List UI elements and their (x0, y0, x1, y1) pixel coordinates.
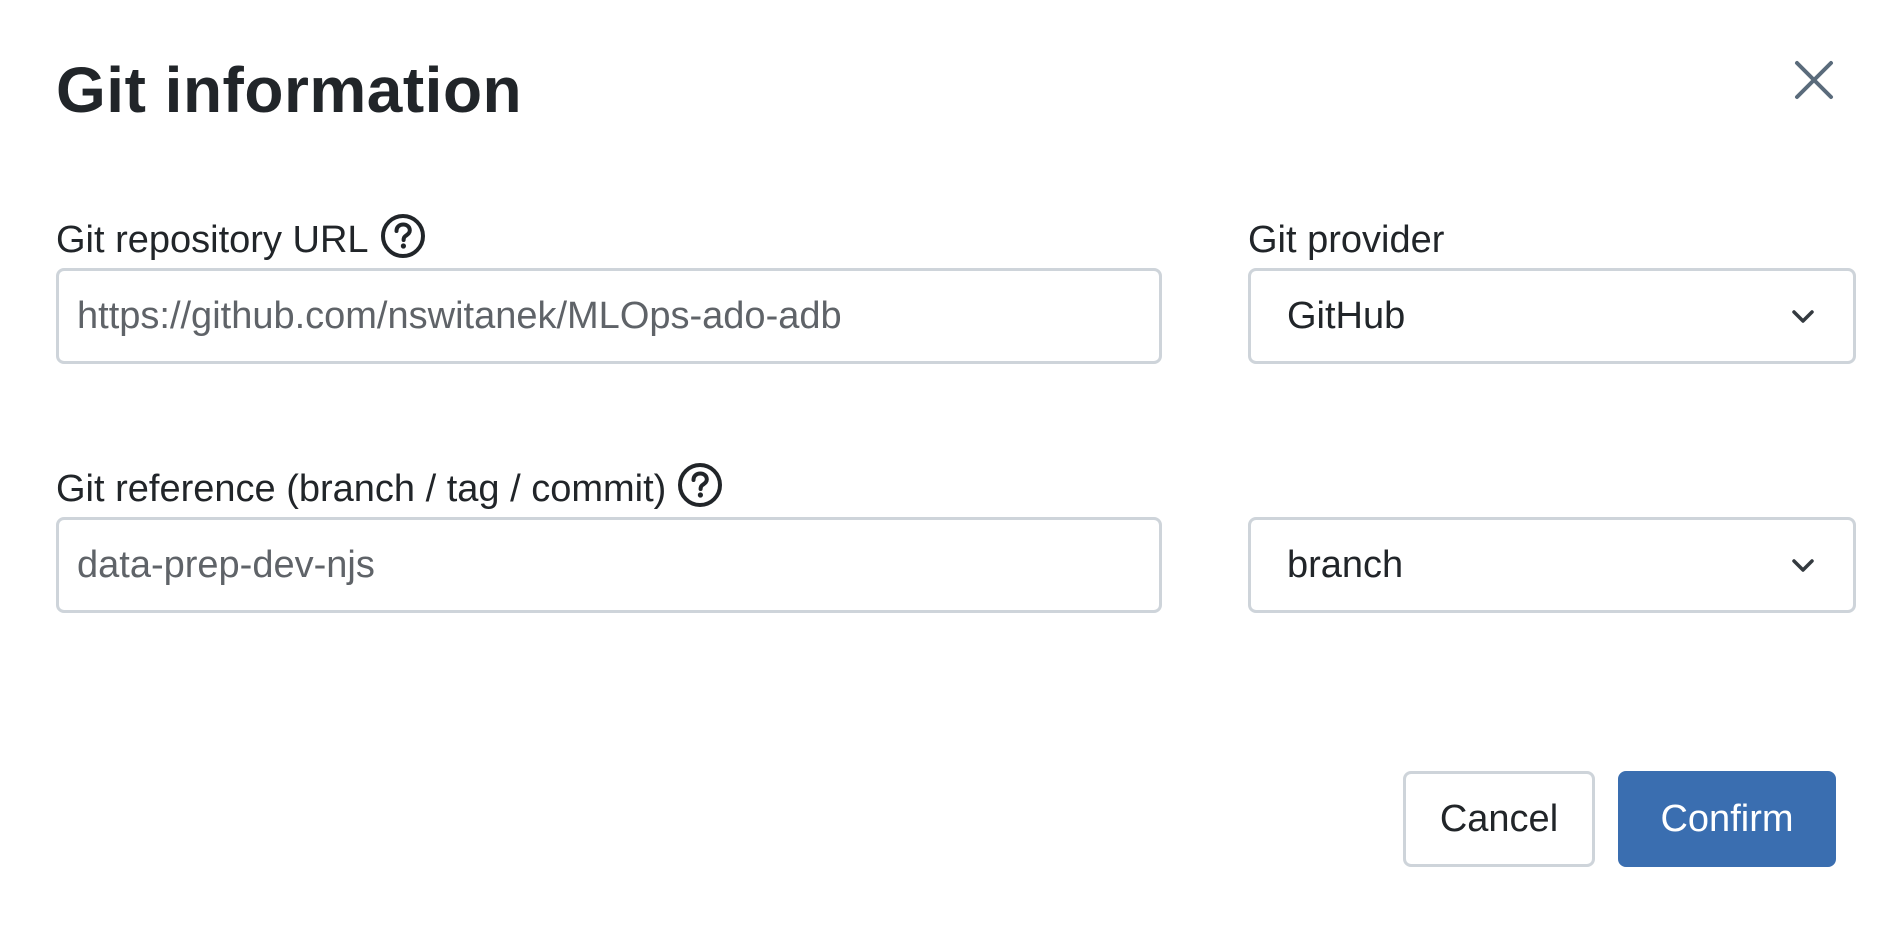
provider-selected-value: GitHub (1287, 294, 1406, 337)
reference-type-select[interactable]: branch (1248, 517, 1856, 613)
reference-type-selected-value: branch (1287, 543, 1404, 586)
chevron-down-icon (1789, 551, 1817, 579)
repo-url-label-group: Git repository URL (56, 214, 427, 264)
close-icon (1793, 59, 1835, 106)
question-circle-icon[interactable] (379, 212, 427, 260)
cancel-button-label: Cancel (1439, 797, 1559, 840)
reference-value: data-prep-dev-njs (77, 543, 375, 586)
git-information-dialog: Git information Git repository URL https… (0, 0, 1892, 931)
cancel-button[interactable]: Cancel (1403, 771, 1595, 867)
repo-url-input[interactable]: https://github.com/nswitanek/MLOps-ado-a… (56, 268, 1162, 364)
confirm-button[interactable]: Confirm (1618, 771, 1836, 867)
provider-select[interactable]: GitHub (1248, 268, 1856, 364)
repo-url-value: https://github.com/nswitanek/MLOps-ado-a… (77, 294, 842, 337)
confirm-button-label: Confirm (1660, 797, 1794, 840)
reference-label: Git reference (branch / tag / commit) (56, 468, 667, 510)
reference-input[interactable]: data-prep-dev-njs (56, 517, 1162, 613)
provider-label: Git provider (1248, 219, 1445, 261)
dialog-title: Git information (56, 54, 523, 126)
provider-label-group: Git provider (1248, 216, 1444, 264)
question-circle-icon[interactable] (676, 461, 724, 509)
chevron-down-icon (1789, 302, 1817, 330)
close-button[interactable] (1790, 58, 1838, 106)
reference-label-group: Git reference (branch / tag / commit) (56, 463, 724, 513)
repo-url-label: Git repository URL (56, 219, 369, 261)
